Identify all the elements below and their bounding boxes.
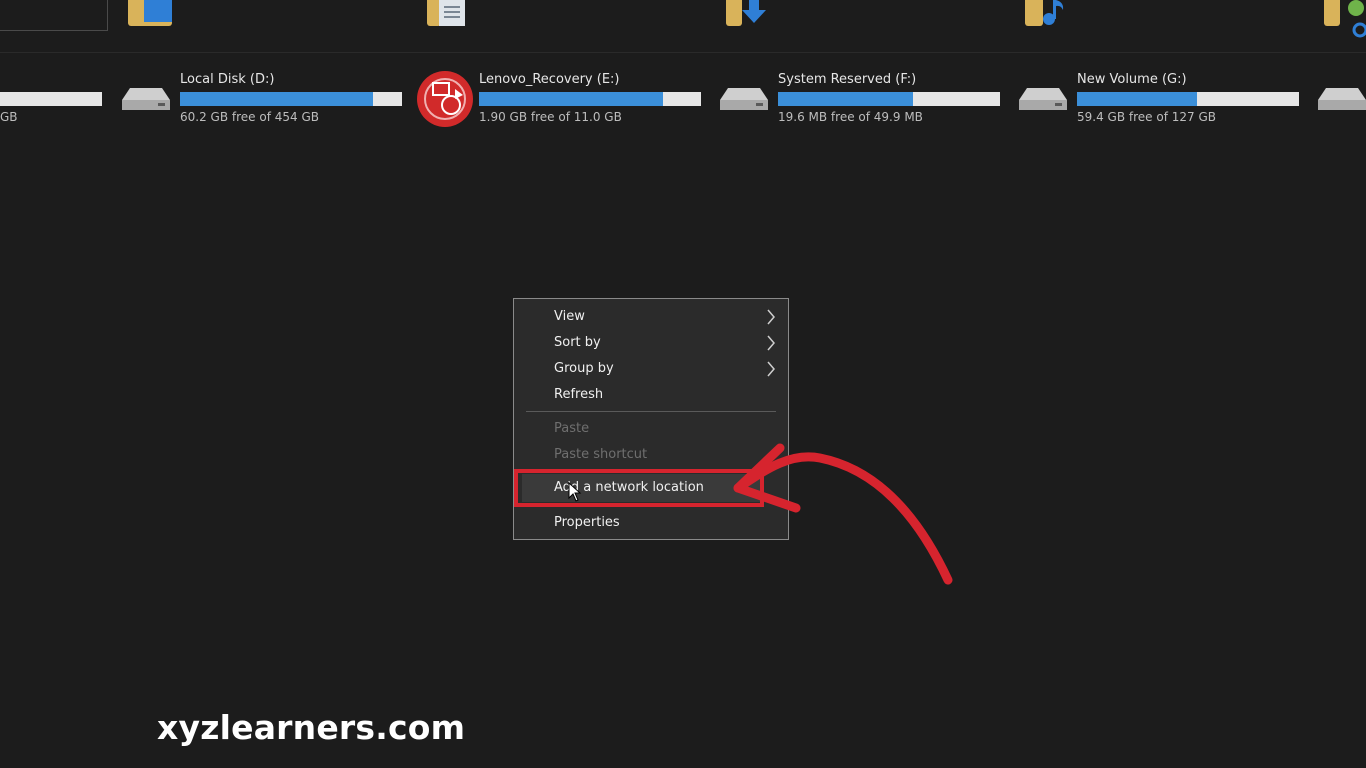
documents-folder-icon[interactable] (427, 0, 471, 26)
hard-drive-icon (720, 88, 768, 110)
drive-usage-bar (1077, 92, 1299, 106)
menu-item-sort-by[interactable]: Sort by (514, 330, 788, 356)
pictures-folder-icon[interactable] (1324, 0, 1366, 38)
hard-drive-icon (1019, 88, 1067, 110)
file-explorer-this-pc: GB Local Disk (D:) 60.2 GB free of 454 G… (0, 0, 1366, 768)
menu-item-label: Properties (554, 515, 620, 530)
menu-item-label: Paste shortcut (554, 447, 648, 462)
annotation-highlight-box (514, 469, 764, 507)
drive-tile-e[interactable]: Lenovo_Recovery (E:) 1.90 GB free of 11.… (417, 66, 707, 132)
drive-usage-fill (778, 92, 914, 106)
downloads-folder-icon[interactable] (726, 0, 770, 26)
drive-usage-bar (0, 92, 102, 106)
drive-label: Local Disk (D:) (180, 72, 275, 87)
drive-usage-bar (479, 92, 701, 106)
menu-item-group-by[interactable]: Group by (514, 356, 788, 382)
chevron-right-icon (767, 361, 775, 377)
menu-separator (526, 411, 776, 412)
menu-item-label: View (554, 309, 585, 324)
hard-drive-icon[interactable] (1316, 84, 1366, 114)
lenovo-recovery-icon (417, 71, 473, 127)
menu-item-view[interactable]: View (514, 304, 788, 330)
drive-free-space: 59.4 GB free of 127 GB (1077, 110, 1216, 124)
drive-label: Lenovo_Recovery (E:) (479, 72, 620, 87)
drive-usage-fill (479, 92, 664, 106)
drive-tile-g[interactable]: New Volume (G:) 59.4 GB free of 127 GB (1017, 66, 1307, 132)
drive-usage-fill (180, 92, 374, 106)
watermark-text: xyzlearners.com (157, 708, 466, 747)
selected-folder-frame[interactable] (0, 0, 108, 31)
folders-row (0, 0, 1366, 53)
drive-label: System Reserved (F:) (778, 72, 917, 87)
drive-usage-bar (778, 92, 1000, 106)
context-menu: View Sort by Group by Refresh Paste Past… (513, 298, 789, 540)
drive-usage-fill (1077, 92, 1197, 106)
drive-free-space: 1.90 GB free of 11.0 GB (479, 110, 622, 124)
menu-item-label: Sort by (554, 335, 601, 350)
menu-item-label: Refresh (554, 387, 604, 402)
drive-free-space: 19.6 MB free of 49.9 MB (778, 110, 923, 124)
menu-item-properties[interactable]: Properties (514, 510, 788, 536)
drive-tile-c[interactable]: GB (0, 66, 102, 132)
menu-item-refresh[interactable]: Refresh (514, 382, 788, 408)
menu-item-label: Group by (554, 361, 614, 376)
mouse-pointer-icon (568, 482, 582, 502)
menu-item-label: Paste (554, 421, 590, 436)
chevron-right-icon (767, 335, 775, 351)
desktop-folder-icon[interactable] (128, 0, 172, 26)
menu-item-paste-shortcut: Paste shortcut (514, 442, 788, 468)
menu-item-paste: Paste (514, 416, 788, 442)
drive-usage-bar (180, 92, 402, 106)
drive-free-space: GB (0, 110, 18, 124)
drive-free-space: 60.2 GB free of 454 GB (180, 110, 319, 124)
music-folder-icon[interactable] (1025, 0, 1069, 26)
drive-tile-f[interactable]: System Reserved (F:) 19.6 MB free of 49.… (718, 66, 1008, 132)
hard-drive-icon (122, 88, 170, 110)
drive-label: New Volume (G:) (1077, 72, 1187, 87)
chevron-right-icon (767, 309, 775, 325)
drive-tile-d[interactable]: Local Disk (D:) 60.2 GB free of 454 GB (120, 66, 410, 132)
